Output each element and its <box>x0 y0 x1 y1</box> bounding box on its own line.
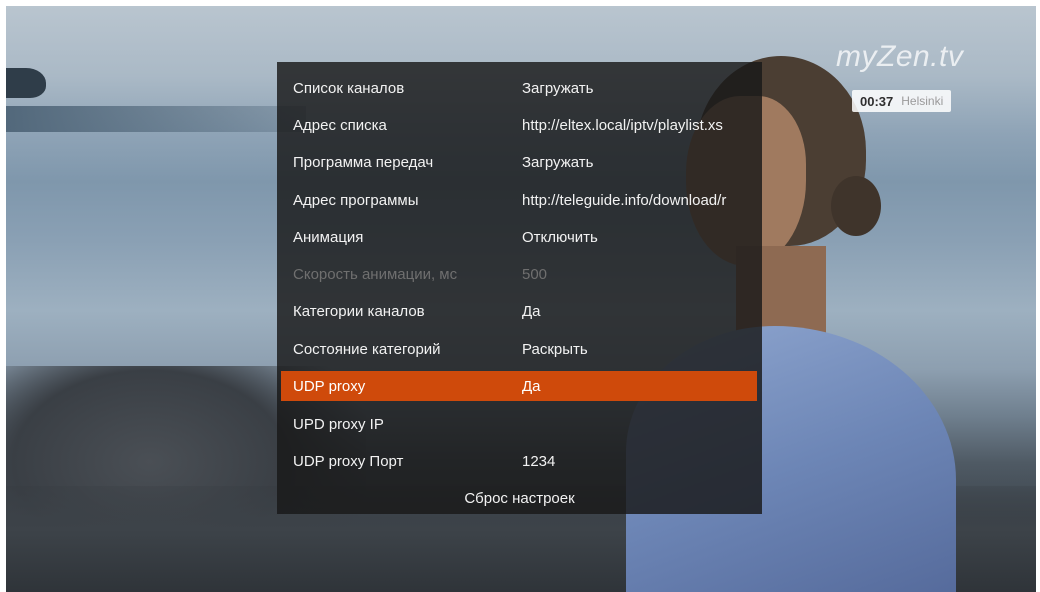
settings-row-udp-proxy-ip[interactable]: UPD proxy IP <box>281 409 757 439</box>
setting-label: UDP proxy Порт <box>293 452 404 470</box>
setting-label: Программа передач <box>293 153 434 171</box>
setting-value: 500 <box>522 265 548 283</box>
settings-row-channel-list[interactable]: Список каналов Загружать <box>281 73 757 103</box>
setting-label: Анимация <box>293 228 364 246</box>
settings-row-guide-address[interactable]: Адрес программы http://teleguide.info/do… <box>281 185 757 215</box>
setting-value: http://eltex.local/iptv/playlist.xs <box>522 116 723 134</box>
background-shoreline <box>6 106 306 132</box>
setting-value: Отключить <box>522 228 598 246</box>
setting-value: Загружать <box>522 153 594 171</box>
setting-value: Раскрыть <box>522 340 588 358</box>
settings-row-animation-speed: Скорость анимации, мс 500 <box>281 259 757 289</box>
setting-label: Скорость анимации, мс <box>293 265 458 283</box>
clock-badge: 00:37 Helsinki <box>852 90 952 112</box>
setting-value: Да <box>522 377 541 395</box>
settings-row-category-state[interactable]: Состояние категорий Раскрыть <box>281 334 757 364</box>
setting-value: http://teleguide.info/download/r <box>522 191 727 209</box>
clock-time: 00:37 <box>860 93 894 109</box>
clock-city: Helsinki <box>901 94 944 108</box>
person-hair-bun <box>831 176 881 236</box>
settings-row-list-address[interactable]: Адрес списка http://eltex.local/iptv/pla… <box>281 110 757 140</box>
setting-value: Загружать <box>522 79 594 97</box>
settings-row-udp-proxy-port[interactable]: UDP proxy Порт 1234 <box>281 446 757 476</box>
setting-label: Категории каналов <box>293 302 425 320</box>
setting-label: Адрес списка <box>293 116 387 134</box>
settings-row-channel-categories[interactable]: Категории каналов Да <box>281 296 757 326</box>
setting-label: UPD proxy IP <box>293 415 384 433</box>
setting-label: Список каналов <box>293 79 405 97</box>
reset-settings-button[interactable]: Сброс настроек <box>277 490 762 510</box>
setting-value: Да <box>522 302 541 320</box>
setting-label: UDP proxy <box>293 377 366 395</box>
settings-row-tv-guide[interactable]: Программа передач Загружать <box>281 147 757 177</box>
background-islet <box>6 68 46 98</box>
setting-label: Состояние категорий <box>293 340 441 358</box>
brand-logo: myZen.tv <box>836 40 964 73</box>
settings-row-udp-proxy[interactable]: UDP proxy Да <box>281 371 757 401</box>
setting-label: Адрес программы <box>293 191 419 209</box>
settings-menu: Список каналов Загружать Адрес списка ht… <box>277 62 762 514</box>
settings-row-animation[interactable]: Анимация Отключить <box>281 222 757 252</box>
setting-value: 1234 <box>522 452 556 470</box>
